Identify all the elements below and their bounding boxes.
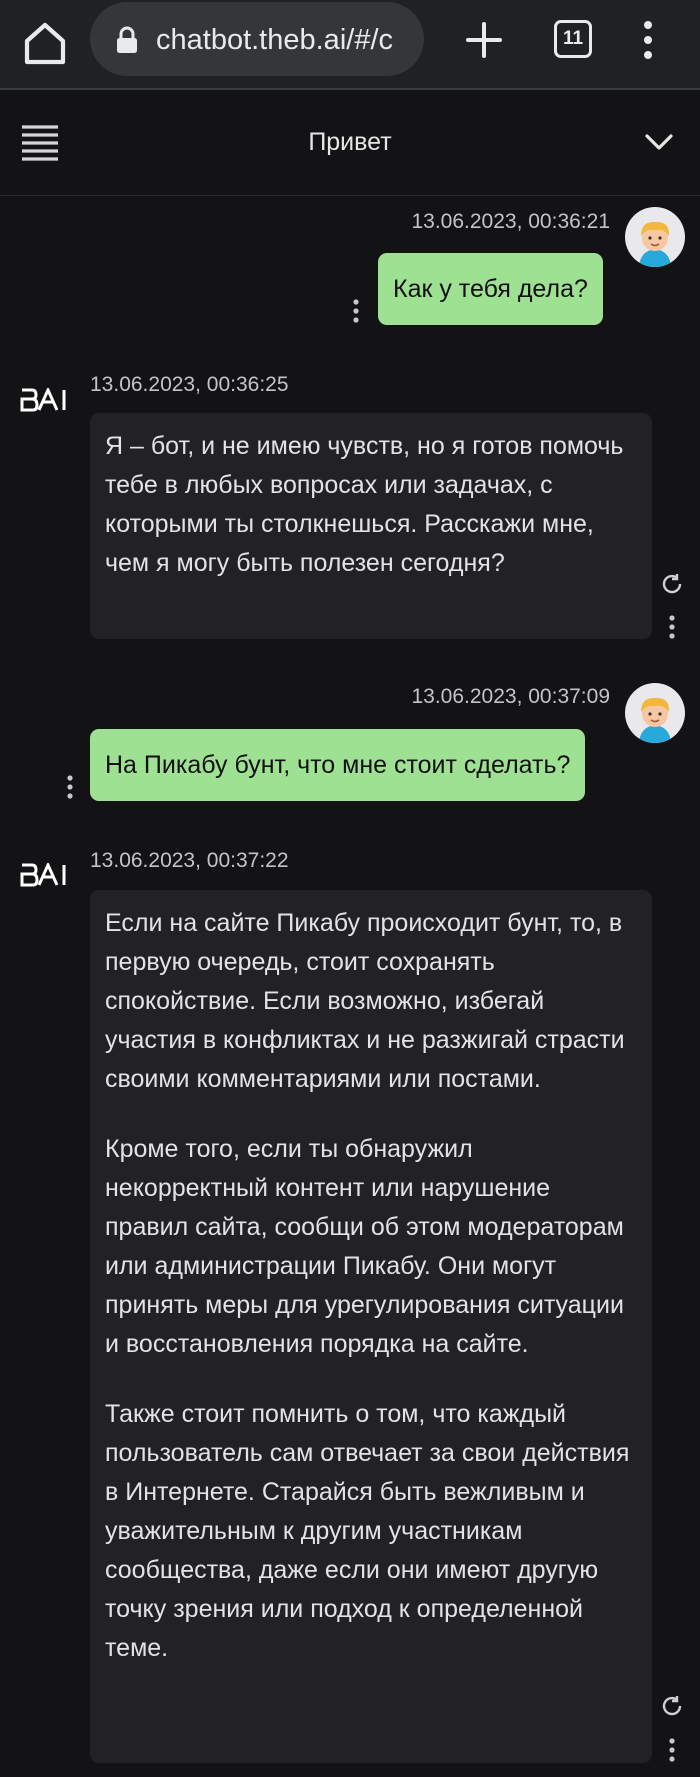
bai-logo bbox=[20, 863, 66, 887]
new-tab-icon[interactable] bbox=[462, 18, 506, 62]
user-avatar bbox=[625, 207, 685, 267]
url-text: chatbot.theb.ai/#/c bbox=[156, 24, 393, 56]
message-more-icon[interactable] bbox=[668, 614, 676, 640]
user-avatar bbox=[625, 683, 685, 743]
bot-message-paragraph: Если на сайте Пикабу происходит бунт, то… bbox=[105, 909, 625, 1093]
lock-icon bbox=[117, 26, 137, 53]
user-message-bubble: На Пикабу бунт, что мне стоит сделать? bbox=[90, 729, 586, 801]
message-timestamp: 13.06.2023, 00:36:21 bbox=[411, 210, 610, 233]
regenerate-icon[interactable] bbox=[660, 1694, 684, 1718]
address-bar[interactable]: chatbot.theb.ai/#/c bbox=[90, 2, 424, 76]
tab-count: 11 bbox=[562, 28, 584, 49]
message-timestamp: 13.06.2023, 00:36:25 bbox=[90, 373, 289, 396]
bot-message-paragraph: Также стоит помнить о том, что каждый по… bbox=[105, 1400, 630, 1662]
message-more-icon[interactable] bbox=[352, 298, 360, 324]
message-timestamp: 13.06.2023, 00:37:09 bbox=[411, 685, 610, 708]
browser-toolbar: chatbot.theb.ai/#/c 11 bbox=[0, 0, 700, 90]
chat-title[interactable]: Привет bbox=[0, 128, 700, 157]
more-vert-icon[interactable] bbox=[636, 18, 660, 62]
message-more-icon[interactable] bbox=[66, 774, 74, 800]
bot-message-paragraph: Кроме того, если ты обнаружил некорректн… bbox=[105, 1135, 624, 1358]
chevron-down-icon[interactable] bbox=[644, 132, 674, 152]
tab-switcher-button[interactable]: 11 bbox=[554, 20, 592, 58]
message-timestamp: 13.06.2023, 00:37:22 bbox=[90, 849, 289, 872]
bot-message-bubble: Если на сайте Пикабу происходит бунт, то… bbox=[90, 890, 652, 1763]
user-message-text: На Пикабу бунт, что мне стоит сделать? bbox=[105, 750, 571, 779]
bot-message-paragraph: Я – бот, и не имею чувств, но я готов по… bbox=[105, 432, 624, 577]
message-more-icon[interactable] bbox=[668, 1737, 676, 1763]
user-message-text: Как у тебя дела? bbox=[393, 274, 588, 303]
chat-header: Привет bbox=[0, 92, 700, 196]
home-icon[interactable] bbox=[22, 20, 68, 66]
regenerate-icon[interactable] bbox=[660, 572, 684, 596]
bot-message-bubble: Я – бот, и не имею чувств, но я готов по… bbox=[90, 413, 652, 639]
user-message-bubble: Как у тебя дела? bbox=[378, 253, 603, 325]
bai-logo bbox=[20, 388, 66, 412]
